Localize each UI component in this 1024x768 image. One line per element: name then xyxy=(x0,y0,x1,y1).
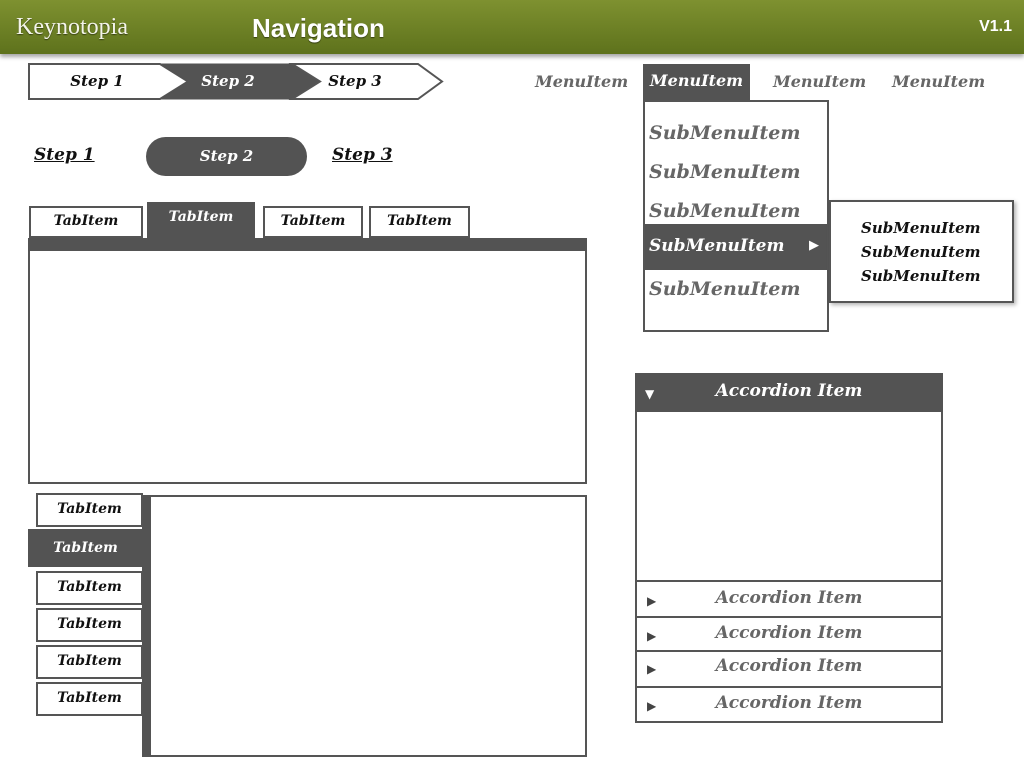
menu-item-2[interactable]: MenuItem xyxy=(643,64,750,101)
submenu-item-4-label: SubMenuItem xyxy=(649,236,785,256)
accordion-header-2[interactable]: ▶ Accordion Item xyxy=(635,580,943,618)
pill-step-1[interactable]: Step 1 xyxy=(34,145,95,165)
accordion-label-5: Accordion Item xyxy=(715,693,863,713)
breadcrumb-step-1[interactable]: Step 1 xyxy=(42,72,152,90)
vtab-5[interactable]: TabItem xyxy=(36,645,143,679)
submenu-item-2[interactable]: SubMenuItem xyxy=(649,161,800,183)
vtab-3[interactable]: TabItem xyxy=(36,571,143,605)
flyout-item-1[interactable]: SubMenuItem xyxy=(861,219,981,237)
vtab-1[interactable]: TabItem xyxy=(36,493,143,527)
accordion-label-1: Accordion Item xyxy=(715,381,863,401)
version-label: V1.1 xyxy=(979,18,1012,35)
vtab-2[interactable]: TabItem xyxy=(28,529,143,567)
accordion-label-3: Accordion Item xyxy=(715,623,863,643)
flyout-item-2[interactable]: SubMenuItem xyxy=(861,243,981,261)
htab-active-strip xyxy=(28,238,587,251)
submenu-arrow-icon: ▶ xyxy=(809,238,819,253)
submenu-item-3[interactable]: SubMenuItem xyxy=(649,200,800,222)
brand-logo: Keynotopia xyxy=(16,14,128,40)
breadcrumb-step-2[interactable]: Step 2 xyxy=(173,72,283,90)
accordion-header-5[interactable]: ▶ Accordion Item xyxy=(635,686,943,723)
pill-step-2[interactable]: Step 2 xyxy=(146,137,307,176)
title-bar: Keynotopia Navigation V1.1 xyxy=(0,0,1024,54)
breadcrumb: Step 1 Step 2 Step 3 xyxy=(28,63,444,100)
accordion-label-4: Accordion Item xyxy=(715,656,863,676)
accordion-header-1[interactable]: ▼ Accordion Item xyxy=(635,373,943,412)
htab-1[interactable]: TabItem xyxy=(29,206,143,238)
breadcrumb-step-3[interactable]: Step 3 xyxy=(300,72,410,90)
accordion-label-2: Accordion Item xyxy=(715,588,863,608)
htab-2[interactable]: TabItem xyxy=(147,202,255,238)
menu-item-4[interactable]: MenuItem xyxy=(892,72,985,91)
submenu-item-4[interactable]: SubMenuItem ▶ xyxy=(645,224,827,270)
vtab-content-panel xyxy=(142,495,587,757)
vtab-4[interactable]: TabItem xyxy=(36,608,143,642)
flyout-item-3[interactable]: SubMenuItem xyxy=(861,267,981,285)
menu-item-3[interactable]: MenuItem xyxy=(773,72,866,91)
htab-4[interactable]: TabItem xyxy=(369,206,470,238)
submenu-item-5[interactable]: SubMenuItem xyxy=(649,278,800,300)
accordion-header-4[interactable]: ▶ Accordion Item xyxy=(635,650,943,688)
page-title: Navigation xyxy=(252,13,385,43)
pill-step-3[interactable]: Step 3 xyxy=(332,145,393,165)
submenu-item-1[interactable]: SubMenuItem xyxy=(649,122,800,144)
submenu-dropdown: SubMenuItem SubMenuItem SubMenuItem SubM… xyxy=(643,100,829,332)
htab-3[interactable]: TabItem xyxy=(263,206,363,238)
vtab-active-strip xyxy=(142,495,151,757)
accordion-header-3[interactable]: ▶ Accordion Item xyxy=(635,616,943,652)
submenu-flyout: SubMenuItem SubMenuItem SubMenuItem xyxy=(829,200,1014,303)
menu-item-1[interactable]: MenuItem xyxy=(535,72,628,91)
htab-content-panel xyxy=(28,238,587,484)
vtab-6[interactable]: TabItem xyxy=(36,682,143,716)
